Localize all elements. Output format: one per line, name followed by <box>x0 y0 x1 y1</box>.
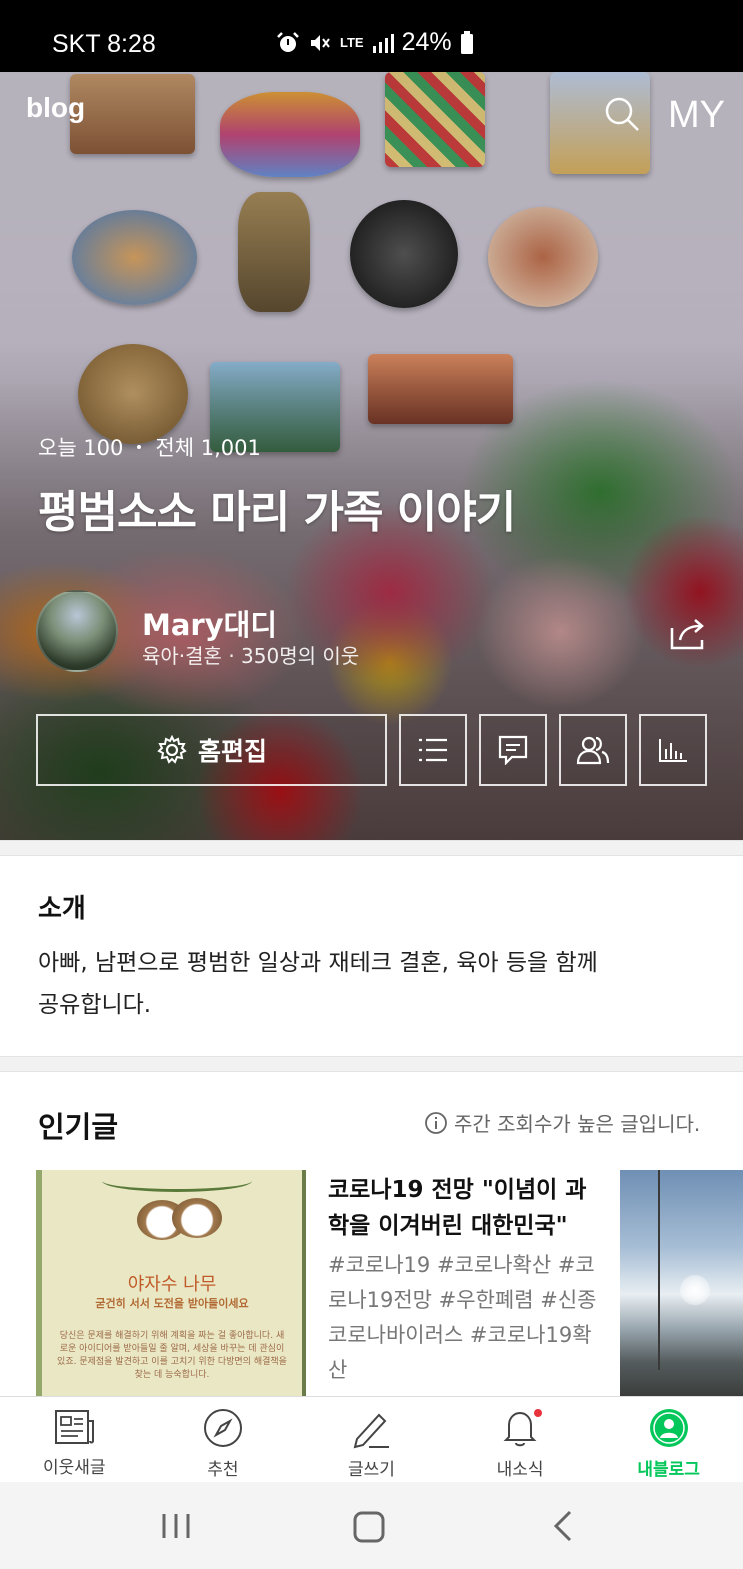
stats-total: 전체 1,001 <box>155 436 261 460</box>
search-icon[interactable] <box>604 96 640 132</box>
bottom-nav: 이웃새글 추천 글쓰기 내소식 내블로그 <box>0 1396 743 1482</box>
signal-icon <box>372 33 394 53</box>
section-divider <box>0 1056 743 1072</box>
stats-separator <box>137 445 142 449</box>
intro-line: 공유합니다. <box>38 992 152 1018</box>
nav-neighbor-posts[interactable]: 이웃새글 <box>0 1397 149 1482</box>
intro-heading: 소개 <box>38 894 86 924</box>
intro-text: 아빠, 남편으로 평범한 일상과 재테크 결혼, 육아 등을 함께 공유합니다. <box>38 942 658 1026</box>
pencil-icon <box>354 1413 390 1449</box>
stats-today: 오늘 100 <box>38 436 124 460</box>
nav-recommend[interactable]: 추천 <box>149 1397 298 1482</box>
blog-logo[interactable]: blog <box>26 92 85 124</box>
blog-action-bar: 홈편집 <box>36 714 707 786</box>
popular-post-thumbnail[interactable]: 야자수 나무 굳건히 서서 도전을 받아들이세요 당신은 문제를 해결하기 위해… <box>36 1170 306 1396</box>
blog-nickname[interactable]: Mary대디 <box>142 602 277 644</box>
stats-icon <box>659 739 687 762</box>
recent-apps-icon[interactable] <box>160 1508 192 1544</box>
nav-label: 내블로그 <box>637 1460 700 1480</box>
compass-icon <box>203 1409 242 1447</box>
nav-notifications[interactable]: 내소식 <box>446 1397 595 1482</box>
profile-icon <box>649 1409 688 1447</box>
comment-icon <box>498 735 528 765</box>
nav-my-blog[interactable]: 내블로그 <box>594 1397 743 1482</box>
category-list-button[interactable] <box>399 714 467 786</box>
next-post-thumbnail[interactable] <box>620 1170 743 1396</box>
mute-icon <box>311 34 330 51</box>
palm-leaf <box>102 1170 252 1192</box>
share-icon[interactable] <box>668 616 708 652</box>
thumbnail-body: 당신은 문제를 해결하기 위해 계획을 짜는 걸 좋아합니다. 새로운 아이디어… <box>57 1331 287 1380</box>
battery-icon <box>460 30 473 54</box>
nav-write[interactable]: 글쓰기 <box>297 1397 446 1482</box>
nav-label: 이웃새글 <box>43 1458 106 1478</box>
gear-icon <box>157 734 187 764</box>
feed-icon <box>55 1410 95 1444</box>
nav-label: 내소식 <box>496 1460 544 1480</box>
battery-percent: 24% <box>401 28 452 56</box>
my-button[interactable]: MY <box>668 94 725 137</box>
popular-post-tags: #코로나19 #코로나확산 #코로나19전망 #우한폐렴 #신종코로나바이러스 … <box>328 1253 597 1382</box>
lte-icon: LTE <box>340 34 364 50</box>
blog-title: 평범소소 마리 가족 이야기 <box>38 487 516 538</box>
guestbook-button[interactable] <box>479 714 547 786</box>
home-icon[interactable] <box>352 1508 386 1544</box>
intro-line: 아빠, 남편으로 평범한 일상과 재테크 결혼, 육아 등을 함께 <box>38 950 598 976</box>
section-divider <box>0 840 743 856</box>
blog-cover: blog MY 오늘 100 전체 1,001 평범소소 마리 가족 이야기 M… <box>0 72 743 840</box>
tree-illustration <box>658 1170 660 1370</box>
thumbnail-title: 야자수 나무 <box>127 1274 217 1295</box>
status-bar: SKT 8:28 LTE 24% <box>0 0 743 72</box>
back-icon[interactable] <box>550 1508 576 1544</box>
avatar[interactable] <box>36 590 118 672</box>
alarm-icon <box>277 31 299 52</box>
carrier-time: SKT 8:28 <box>52 30 156 58</box>
notification-badge <box>533 1409 542 1417</box>
visit-stats: 오늘 100 전체 1,001 <box>38 432 261 462</box>
blog-meta: 육아·결혼 · 350명의 이웃 <box>142 644 360 668</box>
popular-post-title[interactable]: 코로나19 전망 "이념이 과학을 이겨버린 대한민국" <box>328 1172 604 1244</box>
status-icons: LTE 24% <box>276 28 474 57</box>
sun-illustration <box>680 1275 710 1305</box>
nav-label: 글쓰기 <box>348 1460 395 1480</box>
neighbors-button[interactable] <box>559 714 627 786</box>
popular-heading: 인기글 <box>38 1110 119 1144</box>
statistics-button[interactable] <box>639 714 707 786</box>
info-icon <box>425 1111 447 1134</box>
list-icon <box>419 738 447 762</box>
popular-note: 주간 조회수가 높은 글입니다. <box>424 1108 700 1137</box>
neighbors-icon <box>576 736 610 765</box>
edit-home-label: 홈편집 <box>197 737 267 766</box>
popular-note-text: 주간 조회수가 높은 글입니다. <box>454 1112 701 1136</box>
edit-home-button[interactable]: 홈편집 <box>36 714 387 786</box>
thumbnail-subtitle: 굳건히 서서 도전을 받아들이세요 <box>95 1297 249 1310</box>
system-nav-bar <box>0 1482 743 1569</box>
nav-label: 추천 <box>207 1460 239 1480</box>
coconut-illustration <box>172 1198 222 1238</box>
